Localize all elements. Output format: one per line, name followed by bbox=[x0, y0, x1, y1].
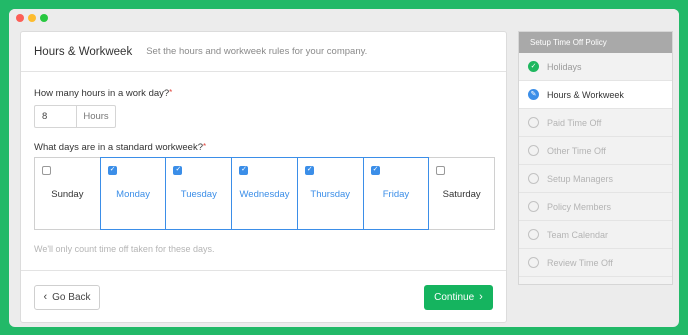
workweek-hint: We'll only count time off taken for thes… bbox=[34, 244, 215, 254]
chevron-right-icon: › bbox=[479, 291, 483, 303]
empty-circle-icon bbox=[528, 257, 539, 268]
empty-circle-icon bbox=[528, 201, 539, 212]
empty-circle-icon bbox=[528, 229, 539, 240]
checkmark-icon: ✓ bbox=[372, 166, 379, 173]
close-window-button[interactable] bbox=[16, 14, 24, 22]
checkmark-icon: ✓ bbox=[306, 166, 313, 173]
maximize-window-button[interactable] bbox=[40, 14, 48, 22]
chevron-left-icon: ‹ bbox=[43, 291, 48, 303]
sidebar-item-setup-managers[interactable]: Setup Managers bbox=[519, 165, 672, 193]
sidebar-header: Setup Time Off Policy bbox=[519, 32, 672, 53]
day-option-thursday[interactable]: ✓ Thursday bbox=[296, 157, 364, 230]
day-checkbox[interactable]: ✓ bbox=[370, 166, 380, 175]
required-mark: * bbox=[169, 88, 173, 97]
workweek-question: What days are in a standard workweek?* bbox=[34, 142, 206, 153]
window-titlebar bbox=[9, 9, 679, 27]
day-label: Wednesday bbox=[239, 188, 290, 200]
day-label: Monday bbox=[116, 188, 150, 200]
pencil-circle-icon: ✎ bbox=[528, 89, 539, 100]
sidebar-item-label: Holidays bbox=[547, 61, 582, 72]
sidebar-item-label: Hours & Workweek bbox=[547, 89, 624, 100]
sidebar-item-paid-time-off[interactable]: Paid Time Off bbox=[519, 109, 672, 137]
sidebar-item-label: Policy Members bbox=[547, 201, 612, 212]
empty-circle-icon bbox=[528, 173, 539, 184]
day-label: Saturday bbox=[442, 188, 481, 200]
day-label: Friday bbox=[382, 188, 410, 200]
day-checkbox[interactable] bbox=[436, 166, 446, 175]
sidebar-item-label: Paid Time Off bbox=[547, 117, 602, 128]
checkmark-icon: ✓ bbox=[109, 166, 116, 173]
checkmark-icon: ✓ bbox=[175, 166, 182, 173]
settings-card: Hours & Workweek Set the hours and workw… bbox=[20, 31, 507, 323]
day-label: Tuesday bbox=[180, 188, 217, 200]
sidebar-item-label: Setup Managers bbox=[547, 173, 614, 184]
go-back-label: Go Back bbox=[52, 292, 91, 303]
day-checkbox[interactable]: ✓ bbox=[239, 166, 249, 175]
day-checkbox[interactable]: ✓ bbox=[304, 166, 314, 175]
sidebar-item-hours-workweek[interactable]: ✎ Hours & Workweek bbox=[519, 81, 672, 109]
day-option-monday[interactable]: ✓ Monday bbox=[99, 157, 167, 230]
hours-input[interactable]: 8 bbox=[35, 106, 77, 127]
sidebar-item-policy-members[interactable]: Policy Members bbox=[519, 193, 672, 221]
hours-question: How many hours in a work day?* bbox=[34, 88, 172, 99]
continue-button[interactable]: Continue › bbox=[424, 285, 493, 310]
continue-label: Continue bbox=[434, 292, 475, 303]
sidebar-item-label: Team Calendar bbox=[547, 229, 609, 240]
check-circle-icon: ✓ bbox=[528, 61, 539, 72]
required-mark: * bbox=[202, 142, 207, 151]
day-option-tuesday[interactable]: ✓ Tuesday bbox=[165, 157, 233, 230]
hours-unit-label: Hours bbox=[83, 111, 109, 122]
day-checkbox[interactable]: ✓ bbox=[173, 166, 183, 175]
sidebar-item-holidays[interactable]: ✓ Holidays bbox=[519, 53, 672, 81]
day-option-sunday[interactable]: Sunday bbox=[35, 158, 101, 229]
empty-circle-icon bbox=[528, 117, 539, 128]
app-window: Hours & Workweek Set the hours and workw… bbox=[9, 9, 679, 327]
sidebar-item-other-time-off[interactable]: Other Time Off bbox=[519, 137, 672, 165]
checkmark-icon: ✓ bbox=[241, 166, 248, 173]
workweek-question-text: What days are in a standard workweek? bbox=[34, 142, 203, 153]
sidebar-item-label: Other Time Off bbox=[547, 145, 606, 156]
sidebar-item-review-time-off[interactable]: Review Time Off bbox=[519, 249, 672, 277]
page-title: Hours & Workweek bbox=[34, 45, 133, 58]
hours-question-text: How many hours in a work day? bbox=[34, 88, 170, 99]
day-checkbox[interactable]: ✓ bbox=[107, 166, 117, 175]
hours-input-group: 8 Hours bbox=[34, 105, 116, 128]
workweek-days-selector: Sunday ✓ Monday ✓ Tuesday ✓ Wednesday ✓ Thursday… bbox=[34, 157, 495, 230]
sidebar-steps: ✓ Holidays ✎ Hours & Workweek Paid Time Off O… bbox=[519, 53, 672, 277]
day-label: Thursday bbox=[310, 188, 351, 200]
day-label: Sunday bbox=[51, 188, 84, 200]
empty-circle-icon bbox=[528, 145, 539, 156]
sidebar-item-team-calendar[interactable]: Team Calendar bbox=[519, 221, 672, 249]
setup-sidebar: Setup Time Off Policy ✓ Holidays ✎ Hours & … bbox=[518, 31, 673, 285]
sidebar-item-label: Review Time Off bbox=[547, 257, 613, 268]
day-checkbox[interactable] bbox=[42, 166, 51, 175]
go-back-button[interactable]: ‹ Go Back bbox=[34, 285, 100, 310]
card-footer: ‹ Go Back Continue › bbox=[21, 270, 506, 322]
day-option-saturday[interactable]: Saturday bbox=[429, 158, 494, 229]
day-option-friday[interactable]: ✓ Friday bbox=[362, 157, 430, 230]
page-subtitle: Set the hours and workweek rules for you… bbox=[146, 46, 368, 57]
day-option-wednesday[interactable]: ✓ Wednesday bbox=[231, 157, 298, 230]
card-header: Hours & Workweek Set the hours and workw… bbox=[21, 32, 506, 72]
minimize-window-button[interactable] bbox=[28, 14, 36, 22]
